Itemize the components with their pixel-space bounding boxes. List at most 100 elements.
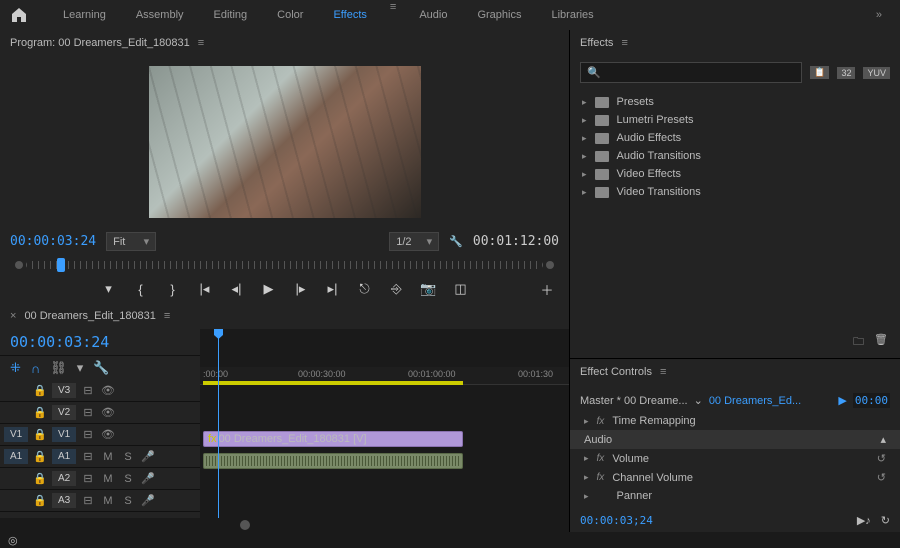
fx-folder-videotrans[interactable]: ▸Video Transitions: [570, 183, 900, 201]
lock-icon[interactable]: 🔒: [32, 494, 48, 507]
extract-icon[interactable]: ⎆: [389, 281, 405, 297]
zoom-dropdown[interactable]: 1/2: [389, 232, 439, 251]
in-point-icon[interactable]: {: [133, 281, 149, 297]
ws-effects-menu-icon[interactable]: ≡: [382, 1, 404, 29]
ws-tab-assembly[interactable]: Assembly: [121, 1, 199, 29]
badge-32bit-icon[interactable]: 32: [837, 67, 855, 79]
hscroll-thumb[interactable]: [240, 520, 250, 530]
program-monitor[interactable]: [149, 66, 421, 218]
collapse-icon[interactable]: ▴: [880, 433, 886, 446]
sync-lock-icon[interactable]: ⊟: [80, 494, 96, 507]
button-editor-icon[interactable]: ＋: [539, 281, 555, 297]
lock-icon[interactable]: 🔒: [32, 450, 48, 463]
effects-search-input[interactable]: [607, 67, 796, 79]
ec-row-panner[interactable]: ▸Panner: [570, 487, 900, 505]
lock-icon[interactable]: 🔒: [32, 428, 48, 441]
sync-lock-icon[interactable]: ⊟: [80, 472, 96, 485]
ws-tab-learning[interactable]: Learning: [48, 1, 121, 29]
solo-icon[interactable]: S: [120, 495, 136, 507]
track-label-v3[interactable]: V3: [52, 383, 76, 398]
go-out-icon[interactable]: ▸|: [325, 281, 341, 297]
badge-yuv-icon[interactable]: YUV: [863, 67, 890, 79]
play-icon[interactable]: ▶: [261, 281, 277, 297]
program-scrubber[interactable]: [26, 261, 543, 269]
magnet-icon[interactable]: ∩: [31, 361, 40, 376]
fx-folder-lumetri[interactable]: ▸Lumetri Presets: [570, 111, 900, 129]
new-bin-icon[interactable]: 🗀: [853, 333, 864, 352]
ws-tab-graphics[interactable]: Graphics: [462, 1, 536, 29]
solo-icon[interactable]: S: [120, 451, 136, 463]
ws-tab-libraries[interactable]: Libraries: [536, 1, 608, 29]
program-tc-left[interactable]: 00:00:03:24: [10, 234, 96, 249]
effects-search[interactable]: 🔍: [580, 62, 802, 83]
timeline-hscroll[interactable]: [0, 518, 569, 532]
ws-tab-editing[interactable]: Editing: [199, 1, 263, 29]
fx-folder-videofx[interactable]: ▸Video Effects: [570, 165, 900, 183]
track-label-v1[interactable]: V1: [52, 427, 76, 442]
voice-icon[interactable]: 🎤: [140, 494, 156, 507]
settings-icon[interactable]: 🔧: [449, 235, 463, 248]
ec-loop-icon[interactable]: ↻: [881, 514, 890, 527]
sync-lock-icon[interactable]: ⊟: [80, 384, 96, 397]
play-tiny-icon[interactable]: ▶: [838, 394, 846, 407]
delete-icon[interactable]: 🗑: [874, 333, 888, 352]
toggle-output-icon[interactable]: 👁: [100, 428, 116, 441]
go-in-icon[interactable]: |◂: [197, 281, 213, 297]
overflow-icon[interactable]: »: [868, 9, 890, 21]
lock-icon[interactable]: 🔒: [32, 384, 48, 397]
marker-icon[interactable]: ▾: [101, 281, 117, 297]
snap-icon[interactable]: ⁜: [10, 360, 21, 376]
ec-tc-bottom[interactable]: 00:00:03;24: [580, 514, 653, 527]
video-clip[interactable]: fx00 Dreamers_Edit_180831 [V]: [203, 431, 463, 447]
track-label-a1[interactable]: A1: [52, 449, 76, 464]
ws-tab-color[interactable]: Color: [262, 1, 318, 29]
source-patch-v1[interactable]: V1: [4, 427, 28, 442]
mute-icon[interactable]: M: [100, 451, 116, 463]
effects-menu-icon[interactable]: [621, 37, 627, 49]
toggle-output-icon[interactable]: 👁: [100, 406, 116, 419]
close-tab-icon[interactable]: ×: [10, 310, 16, 322]
lock-icon[interactable]: 🔒: [32, 406, 48, 419]
fit-dropdown[interactable]: Fit: [106, 232, 156, 251]
ec-row-channel-vol[interactable]: ▸fxChannel Volume↺: [570, 468, 900, 487]
step-back-icon[interactable]: ◂|: [229, 281, 245, 297]
fx-folder-audiofx[interactable]: ▸Audio Effects: [570, 129, 900, 147]
track-label-v2[interactable]: V2: [52, 405, 76, 420]
voice-icon[interactable]: 🎤: [140, 472, 156, 485]
mute-icon[interactable]: M: [100, 473, 116, 485]
sequence-menu-icon[interactable]: [164, 310, 170, 322]
step-fwd-icon[interactable]: |▸: [293, 281, 309, 297]
track-label-a3[interactable]: A3: [52, 493, 76, 508]
program-menu-icon[interactable]: [198, 37, 204, 49]
work-area-bar[interactable]: [203, 381, 463, 385]
sync-lock-icon[interactable]: ⊟: [80, 428, 96, 441]
reset-icon[interactable]: ↺: [877, 452, 886, 465]
fx-folder-audiotrans[interactable]: ▸Audio Transitions: [570, 147, 900, 165]
badge-accel-icon[interactable]: 📋: [810, 66, 829, 79]
mute-icon[interactable]: M: [100, 495, 116, 507]
playhead[interactable]: [218, 329, 219, 518]
toggle-output-icon[interactable]: 👁: [100, 384, 116, 397]
time-ruler[interactable]: :00:00 00:00:30:00 00:01:00:00 00:01:30: [200, 367, 569, 385]
slider-start-icon[interactable]: [15, 261, 23, 269]
sync-lock-icon[interactable]: ⊟: [80, 406, 96, 419]
home-icon[interactable]: [10, 7, 28, 23]
ws-tab-effects[interactable]: Effects: [318, 1, 381, 29]
source-patch-a1[interactable]: A1: [4, 449, 28, 464]
ec-menu-icon[interactable]: [660, 366, 666, 378]
lock-icon[interactable]: 🔒: [32, 472, 48, 485]
ec-row-volume[interactable]: ▸fxVolume↺: [570, 449, 900, 468]
track-label-a2[interactable]: A2: [52, 471, 76, 486]
compare-icon[interactable]: ◫: [453, 281, 469, 297]
snapshot-icon[interactable]: 📷: [421, 281, 437, 297]
ec-play-icon[interactable]: ▶♪: [857, 514, 871, 527]
timeline-track-area[interactable]: :00:00 00:00:30:00 00:01:00:00 00:01:30 …: [200, 329, 569, 518]
voice-icon[interactable]: 🎤: [140, 450, 156, 463]
audio-clip[interactable]: [203, 453, 463, 469]
chevron-down-icon[interactable]: ⌄: [694, 394, 703, 407]
solo-icon[interactable]: S: [120, 473, 136, 485]
link-icon[interactable]: ⛓: [50, 360, 67, 376]
lift-icon[interactable]: ⎋: [357, 281, 373, 297]
slider-end-icon[interactable]: [546, 261, 554, 269]
timeline-tc[interactable]: 00:00:03:24: [10, 333, 109, 351]
